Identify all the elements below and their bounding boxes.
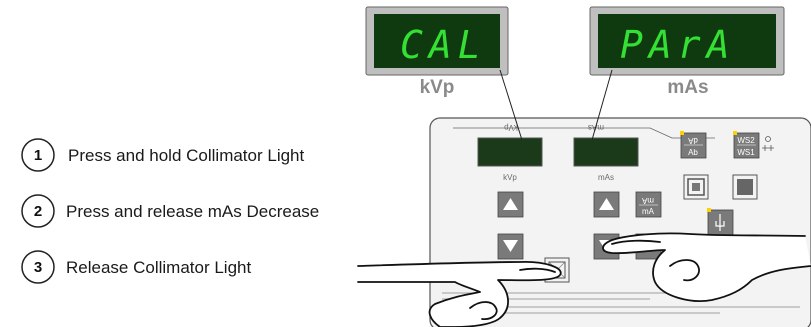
step-2-text: Press and release mAs Decrease	[66, 202, 319, 221]
mas-display-label: mAs	[667, 77, 708, 98]
step-3: 3 Release Collimator Light	[21, 250, 251, 284]
mas-display-enlarged: PArA	[589, 6, 785, 76]
ma-button-bottom-label: mA	[642, 207, 655, 216]
kvp-display-text: CAL	[400, 23, 487, 67]
collimator-calibration-diagram: 1 Press and hold Collimator Light 2 Pres…	[21, 6, 811, 327]
auto-collimate-button[interactable]	[683, 174, 709, 200]
ma-button[interactable]: mA mA	[635, 191, 662, 218]
kvp-small-display	[477, 137, 543, 167]
step-1: 1 Press and hold Collimator Light	[21, 138, 305, 172]
mas-display-text: PArA	[620, 23, 736, 67]
ab-button[interactable]: dA Ab	[680, 131, 707, 159]
step-3-text: Release Collimator Light	[66, 258, 251, 277]
ws2-label: WS2	[737, 136, 755, 145]
mas-small-display	[573, 137, 639, 167]
ab-button-bottom-label: Ab	[688, 148, 698, 157]
step-1-text: Press and hold Collimator Light	[68, 146, 305, 165]
mas-increase-button[interactable]	[593, 191, 620, 218]
exposure-button[interactable]	[707, 208, 734, 236]
kvp-increase-button[interactable]	[497, 191, 524, 218]
ma-button-top-label: mA	[641, 196, 654, 205]
step-1-number: 1	[34, 147, 42, 164]
panel-top-kvp-label: kVp	[504, 123, 518, 132]
ws1-label: WS1	[737, 148, 755, 157]
step-2-number: 2	[34, 203, 42, 220]
step-2: 2 Press and release mAs Decrease	[21, 194, 319, 228]
mas-small-label: mAs	[598, 173, 614, 182]
kvp-display-enlarged: CAL	[365, 6, 509, 76]
kvp-display-label: kVp	[420, 77, 455, 98]
stop-button[interactable]	[732, 174, 758, 200]
ab-button-top-label: dA	[687, 136, 697, 145]
kvp-small-label: kVp	[503, 173, 517, 182]
kvp-decrease-button[interactable]	[497, 233, 524, 260]
step-3-number: 3	[34, 259, 42, 276]
